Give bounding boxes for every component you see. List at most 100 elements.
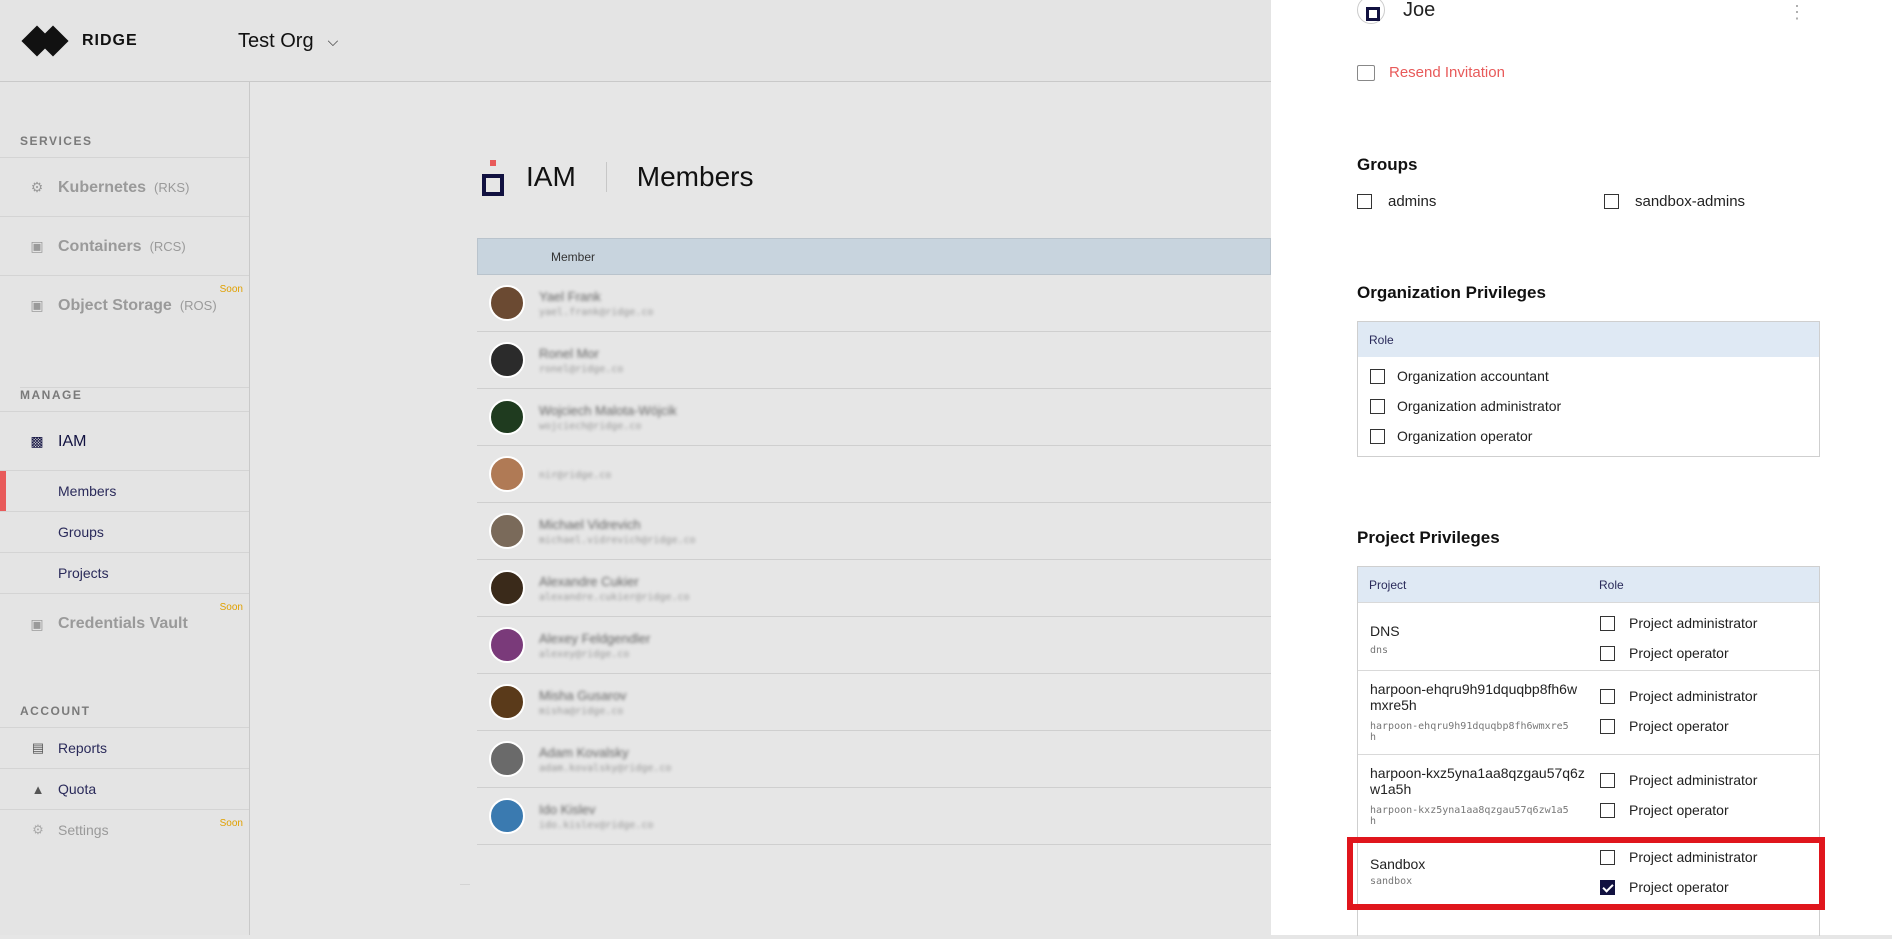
- group-checkbox-sandbox-admins[interactable]: sandbox-admins: [1604, 193, 1745, 210]
- avatar: [489, 342, 525, 378]
- member-name: Alexandre Cukier: [539, 573, 639, 589]
- table-row[interactable]: Alexandre Cukier alexandre.cukier@ridge.c…: [477, 560, 1271, 617]
- project-role-administrator[interactable]: Project administrator: [1600, 772, 1757, 788]
- table-row[interactable]: Ronel Mor ronel@ridge.co: [477, 332, 1271, 389]
- iam-icon: ▩: [30, 433, 44, 449]
- avatar: [489, 684, 525, 720]
- members-table: Member Yael Frank yael.frank@ridge.co Rone…: [477, 238, 1271, 845]
- project-name: harpoon-ehqru9h91dquqbp8fh6wmxre5h: [1370, 681, 1578, 713]
- sidebar-item-kubernetes[interactable]: ⚙ Kubernetes (RKS): [0, 157, 249, 217]
- sidebar-subitem-groups[interactable]: Groups: [0, 511, 249, 552]
- group-checkbox-admins[interactable]: admins: [1357, 193, 1436, 210]
- storage-icon: ▣: [30, 297, 44, 313]
- member-header: Joe: [1357, 0, 1435, 24]
- role-label: Project administrator: [1629, 615, 1758, 631]
- sidebar-subitem-members[interactable]: Members: [0, 470, 249, 511]
- more-options-icon[interactable]: ⋮: [1788, 2, 1806, 23]
- table-row[interactable]: Misha Gusarov misha@ridge.co: [477, 674, 1271, 731]
- project-row-harpoon-1: harpoon-ehqru9h91dquqbp8fh6wmxre5h harpo…: [1358, 670, 1819, 754]
- checkbox[interactable]: [1600, 615, 1615, 631]
- gear-icon: ⚙: [32, 822, 44, 837]
- manage-section-title: MANAGE: [20, 387, 249, 402]
- checkbox[interactable]: [1357, 194, 1372, 209]
- org-role-accountant[interactable]: Organization accountant: [1358, 361, 1819, 391]
- checkbox[interactable]: [1600, 802, 1615, 818]
- member-info: Ido Kislev ido.kislev@ridge.co: [539, 802, 653, 831]
- lock-icon: ▲: [31, 781, 45, 797]
- table-row[interactable]: Wojciech Malota-Wójcik wojciech@ridge.co: [477, 389, 1271, 446]
- checkbox[interactable]: [1370, 428, 1385, 444]
- member-name: Adam Kovalsky: [539, 744, 629, 760]
- table-row[interactable]: Michael Vidrevich michael.vidrevich@ridge…: [477, 503, 1271, 560]
- sidebar-item-iam[interactable]: ▩ IAM: [0, 411, 249, 471]
- member-email: ido.kislev@ridge.co: [539, 819, 654, 831]
- org-role-operator[interactable]: Organization operator: [1358, 421, 1819, 451]
- project-role-operator[interactable]: Project operator: [1600, 802, 1729, 818]
- member-info: Wojciech Malota-Wójcik wojciech@ridge.co: [539, 403, 677, 432]
- page-title: IAM Members: [482, 160, 754, 196]
- member-name: Joe: [1403, 0, 1436, 21]
- avatar: [489, 285, 525, 321]
- checkbox[interactable]: [1600, 718, 1615, 734]
- logo-text: RIDGE: [82, 32, 138, 49]
- ridge-logo[interactable]: RIDGE: [21, 25, 138, 57]
- avatar: [489, 399, 525, 435]
- iam-logo-icon: [482, 160, 504, 196]
- member-email: adam.kovalsky@ridge.co: [539, 762, 672, 774]
- member-info: Alexey Feldgendler alexey@ridge.co: [539, 631, 650, 660]
- member-email: alexandre.cukier@ridge.co: [539, 591, 690, 603]
- table-row[interactable]: Ido Kislev ido.kislev@ridge.co: [477, 788, 1271, 845]
- checkbox[interactable]: [1600, 688, 1615, 704]
- member-name: Misha Gusarov: [539, 687, 627, 703]
- checkbox[interactable]: [1600, 772, 1615, 788]
- sidebar-item-settings[interactable]: ⚙ Settings Soon: [0, 809, 249, 850]
- checkbox[interactable]: [1600, 645, 1615, 661]
- page-title-subsection: Members: [636, 161, 754, 192]
- member-info: Misha Gusarov misha@ridge.co: [539, 688, 626, 717]
- sidebar-item-credentials-vault[interactable]: ▣ Credentials Vault Soon: [0, 593, 249, 654]
- project-role-operator[interactable]: Project operator: [1600, 645, 1729, 661]
- resend-icon: [1357, 64, 1375, 81]
- avatar: [489, 627, 525, 663]
- resend-invitation-button[interactable]: Resend Invitation: [1357, 64, 1505, 81]
- member-email: michael.vidrevich@ridge.co: [539, 534, 696, 546]
- role-label: Organization accountant: [1397, 368, 1549, 384]
- role-label: Project operator: [1629, 645, 1729, 661]
- sidebar-item-object-storage[interactable]: ▣ Object Storage (ROS) Soon: [0, 275, 249, 335]
- org-selector[interactable]: Test Org ⌵: [238, 30, 338, 53]
- soon-badge: Soon: [219, 602, 243, 613]
- project-row-harpoon-2: harpoon-kxz5yna1aa8qzgau57q6zw1a5h harpo…: [1358, 754, 1819, 838]
- column-header-project: Project: [1369, 577, 1407, 592]
- table-row[interactable]: Yael Frank yael.frank@ridge.co: [477, 275, 1271, 332]
- org-role-administrator[interactable]: Organization administrator: [1358, 391, 1819, 421]
- member-email: ronel@ridge.co: [539, 363, 624, 375]
- member-info: Michael Vidrevich michael.vidrevich@ridge…: [539, 517, 696, 546]
- avatar: [489, 570, 525, 606]
- sidebar-item-quota[interactable]: ▲ Quota: [0, 768, 249, 809]
- project-name: harpoon-kxz5yna1aa8qzgau57q6zw1a5h: [1370, 765, 1585, 797]
- sidebar-item-label: Kubernetes: [58, 178, 147, 196]
- container-icon: ▣: [30, 238, 44, 254]
- sidebar-item-label: Object Storage: [58, 296, 172, 314]
- member-info: nir@ridge.co: [539, 467, 611, 481]
- role-label: Project operator: [1629, 718, 1729, 734]
- checkbox[interactable]: [1604, 194, 1619, 209]
- project-role-administrator[interactable]: Project administrator: [1600, 615, 1757, 631]
- project-role-operator[interactable]: Project operator: [1600, 718, 1729, 734]
- account-section-title: ACCOUNT: [20, 704, 91, 718]
- title-divider: [605, 162, 607, 192]
- table-row[interactable]: nir@ridge.co: [477, 446, 1271, 503]
- column-header-role: Role: [1599, 577, 1624, 592]
- sidebar-item-reports[interactable]: ▤ Reports: [0, 727, 249, 768]
- member-email: nir@ridge.co: [539, 470, 612, 481]
- checkbox[interactable]: [1370, 368, 1385, 384]
- table-row[interactable]: Adam Kovalsky adam.kovalsky@ridge.co: [477, 731, 1271, 788]
- role-label: Organization operator: [1397, 428, 1533, 444]
- checkbox[interactable]: [1370, 398, 1385, 414]
- sidebar-subitem-label: Members: [58, 483, 117, 499]
- sidebar-item-containers[interactable]: ▣ Containers (RCS): [0, 216, 249, 276]
- table-row[interactable]: Alexey Feldgendler alexey@ridge.co: [477, 617, 1271, 674]
- sidebar-subitem-projects[interactable]: Projects: [0, 552, 249, 593]
- member-email: misha@ridge.co: [539, 705, 624, 717]
- project-role-administrator[interactable]: Project administrator: [1600, 688, 1757, 704]
